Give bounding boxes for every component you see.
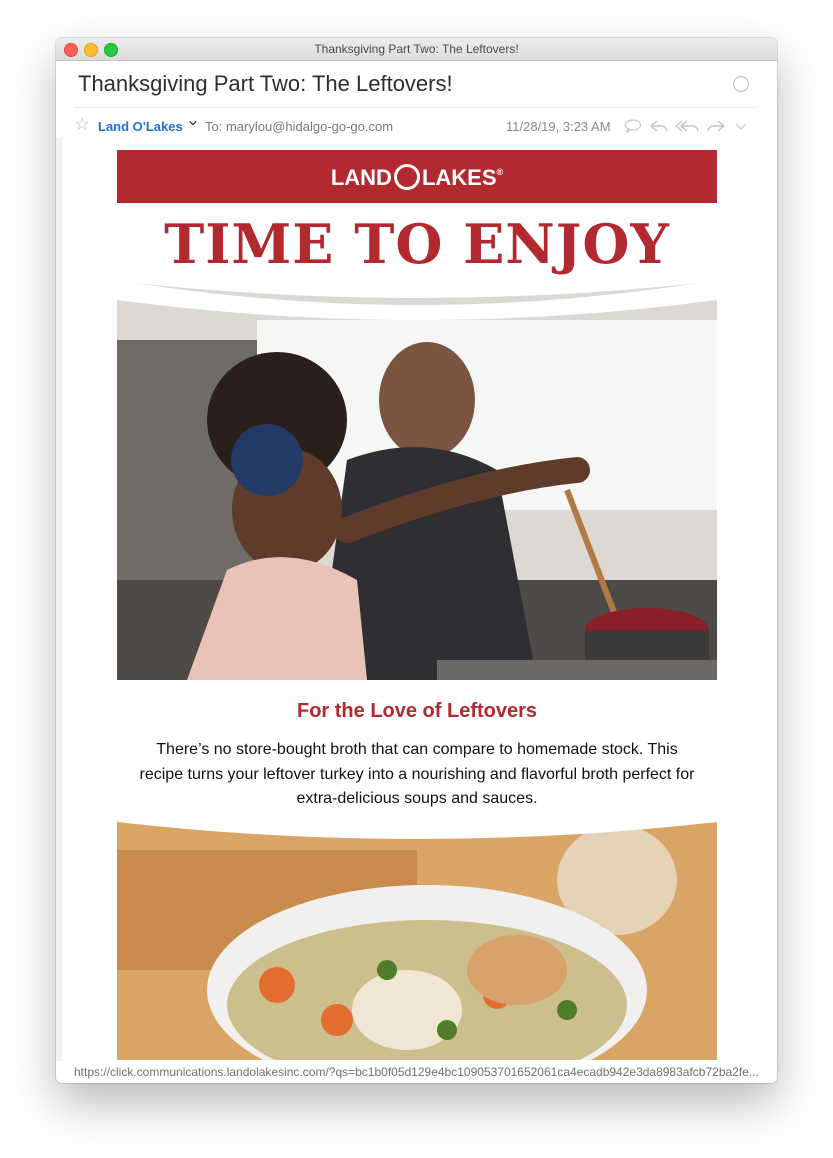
window-title: Thanksgiving Part Two: The Leftovers! (314, 42, 519, 56)
flag-circle-icon[interactable] (733, 76, 749, 92)
sender-name[interactable]: Land O'Lakes (98, 119, 183, 134)
broth-photo-illustration (117, 820, 717, 1060)
logo-ring-icon (393, 164, 420, 190)
section-title: For the Love of Leftovers (296, 700, 538, 722)
message-header: ☆ Land O'Lakes To: marylou@hidalgo-go-go… (56, 114, 777, 138)
logo-text-left: LAND (330, 165, 392, 190)
hero-photo-illustration (117, 280, 717, 680)
link-status-bar: https://click.communications.landolakesi… (56, 1061, 777, 1083)
chat-bubble-icon[interactable] (624, 119, 642, 133)
brand-banner[interactable]: LAND LAKES® (117, 150, 717, 203)
hero-photo-cooking[interactable] (117, 280, 717, 680)
message-subject: Thanksgiving Part Two: The Leftovers! (78, 71, 453, 96)
mail-window: Thanksgiving Part Two: The Leftovers! Th… (56, 38, 777, 1083)
logo-registered-mark: ® (496, 167, 504, 177)
logo-text-right: LAKES (421, 165, 497, 190)
body-text: There’s no store-bought broth that can c… (139, 741, 695, 807)
brand-logo: LAND LAKES® (117, 164, 717, 191)
star-icon[interactable]: ☆ (74, 114, 90, 135)
more-chevron-icon[interactable] (734, 119, 748, 133)
reply-all-icon[interactable] (674, 119, 700, 133)
reply-icon[interactable] (649, 119, 669, 133)
chevron-down-icon[interactable] (189, 119, 197, 127)
title-bar: Thanksgiving Part Two: The Leftovers! (56, 38, 777, 61)
message-date: 11/28/19, 3:23 AM (506, 119, 611, 134)
forward-icon[interactable] (706, 119, 726, 133)
broth-photo[interactable] (117, 820, 717, 1060)
divider (74, 107, 757, 108)
message-gutter (56, 138, 62, 1068)
recipient: To: marylou@hidalgo-go-go.com (205, 119, 394, 134)
headline: TIME TO ENJOY (164, 212, 670, 276)
